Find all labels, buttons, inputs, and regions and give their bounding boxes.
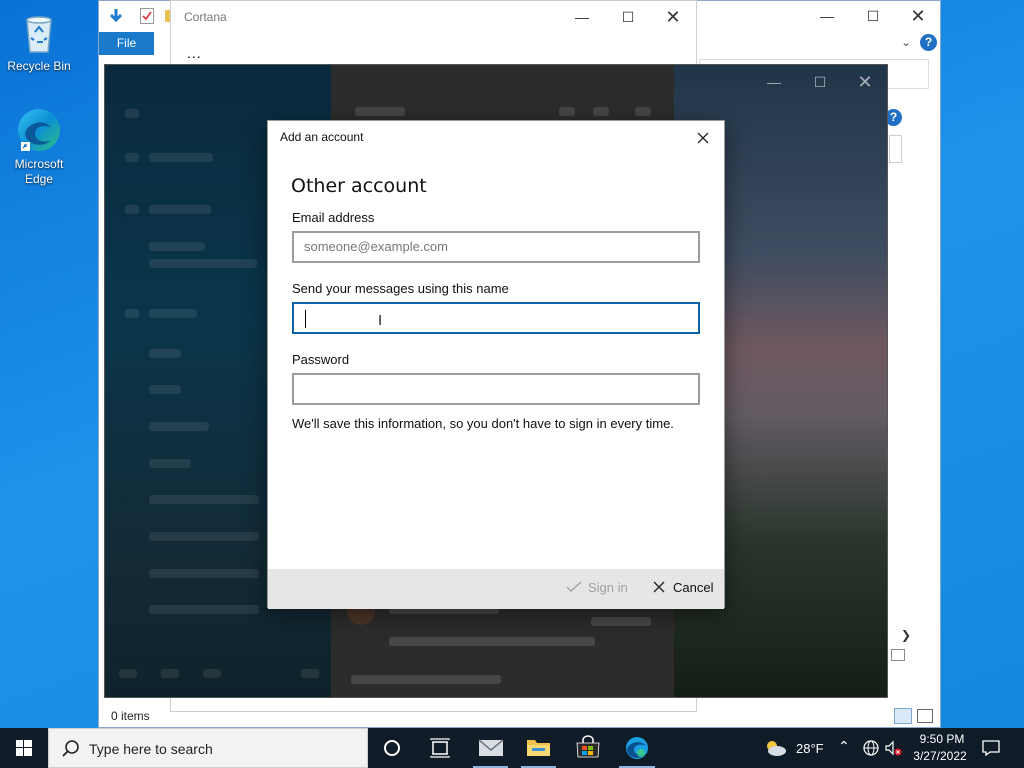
taskbar-edge[interactable] [613, 728, 661, 768]
pane-edge [889, 135, 902, 163]
display-name-field[interactable]: I [292, 302, 700, 334]
cortana-title: Cortana [184, 10, 227, 24]
text-caret [305, 310, 306, 328]
password-field[interactable] [292, 373, 700, 405]
add-account-dialog: Add an account Other account Email addre… [267, 120, 725, 609]
close-icon [697, 132, 709, 144]
quick-access-down-arrow-icon[interactable] [109, 8, 123, 29]
desktop-icon-edge[interactable]: Microsoft Edge [1, 106, 77, 187]
minimize-button[interactable]: — [559, 2, 605, 32]
status-item-count: 0 items [111, 709, 150, 723]
cancel-button[interactable]: Cancel [653, 579, 713, 597]
close-button[interactable]: ✕ [650, 2, 696, 32]
taskbar-mail-app[interactable] [467, 728, 514, 768]
taskbar-file-explorer[interactable] [515, 728, 562, 768]
network-globe-icon[interactable] [862, 739, 880, 762]
desktop-icon-label: Recycle Bin [7, 59, 71, 73]
ribbon-expand-chevron-icon[interactable]: ⌄ [901, 35, 911, 49]
mouse-ibeam-cursor-icon: I [378, 312, 383, 329]
close-button[interactable]: ✕ [842, 67, 887, 97]
cortana-button[interactable] [368, 728, 416, 768]
sign-in-label: Sign in [588, 580, 628, 595]
taskbar: Type here to search 28°F ⌃ 9:50 PM 3/27/… [0, 728, 1024, 768]
taskbar-search-box[interactable]: Type here to search [48, 728, 368, 768]
cancel-label: Cancel [673, 580, 714, 595]
large-icons-view-icon[interactable] [917, 709, 933, 723]
start-button[interactable] [0, 728, 48, 768]
dialog-footer: Sign in Cancel [268, 569, 724, 609]
clock-time[interactable]: 9:50 PM [917, 732, 967, 746]
dialog-title: Add an account [280, 130, 364, 144]
desktop-icon-label: Microsoft Edge [14, 157, 64, 186]
folder-icon [527, 740, 550, 756]
weather-icon[interactable] [762, 738, 788, 763]
more-options-button[interactable]: ... [187, 45, 202, 61]
edge-icon [15, 106, 63, 154]
email-label: Email address [292, 210, 375, 225]
maximize-button[interactable]: ☐ [797, 67, 843, 97]
details-view-icon[interactable] [894, 708, 912, 724]
close-button[interactable]: ✕ [895, 1, 941, 31]
task-view-button[interactable] [416, 728, 464, 768]
store-icon [576, 735, 600, 758]
notifications-icon[interactable] [980, 737, 1002, 764]
search-placeholder: Type here to search [89, 741, 213, 757]
checkmark-icon [566, 581, 582, 592]
email-field[interactable]: someone@example.com [292, 231, 700, 263]
minimize-button[interactable]: — [751, 67, 797, 97]
taskbar-microsoft-store[interactable] [564, 728, 612, 768]
task-view-icon [430, 738, 450, 758]
scroll-right-arrow-icon[interactable]: ❯ [901, 628, 911, 642]
email-placeholder: someone@example.com [304, 239, 448, 254]
maximize-button[interactable]: ☐ [605, 2, 651, 32]
volume-muted-icon[interactable] [884, 739, 902, 762]
sign-in-button[interactable]: Sign in [566, 579, 628, 597]
save-info-note: We'll save this information, so you don'… [292, 416, 674, 431]
properties-check-icon[interactable] [140, 8, 154, 24]
cortana-circle-icon [384, 740, 400, 756]
weather-temperature[interactable]: 28°F [796, 741, 824, 756]
maximize-button[interactable]: ☐ [850, 1, 896, 31]
desktop-icon-recycle-bin[interactable]: Recycle Bin [1, 8, 77, 74]
close-icon [653, 581, 665, 593]
dialog-heading: Other account [291, 175, 427, 197]
preview-icon[interactable] [891, 649, 905, 661]
minimize-button[interactable]: — [804, 1, 850, 31]
clock-date[interactable]: 3/27/2022 [910, 749, 970, 763]
display-name-label: Send your messages using this name [292, 281, 509, 296]
recycle-bin-icon [15, 8, 63, 56]
password-label: Password [292, 352, 350, 367]
file-ribbon-tab[interactable]: File [99, 32, 154, 55]
search-icon [62, 740, 79, 757]
windows-logo-icon [16, 740, 32, 756]
show-hidden-icons-chevron-icon[interactable]: ⌃ [838, 738, 850, 755]
mail-icon [478, 739, 504, 756]
dialog-close-button[interactable] [689, 126, 717, 150]
edge-icon [626, 737, 648, 759]
help-icon[interactable]: ? [920, 34, 937, 51]
